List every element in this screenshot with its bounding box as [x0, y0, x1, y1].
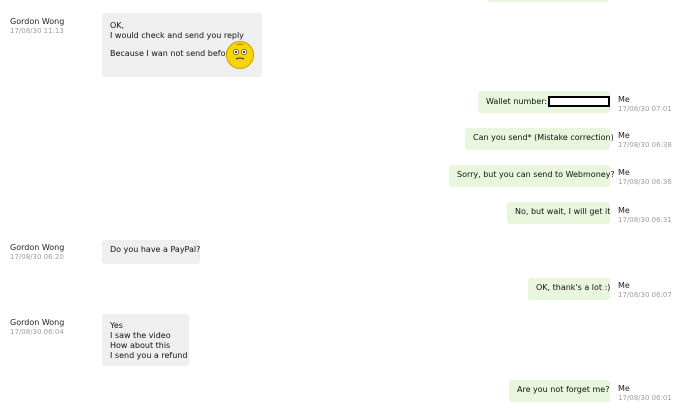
message-bubble-outgoing: Are you not forget me? [509, 380, 610, 402]
message-bubble-outgoing: Sorry, but you can send to Webmoney? [449, 165, 615, 187]
sender-name: Gordon Wong [10, 17, 65, 26]
message-text: OK, thank's a lot :) [536, 283, 611, 292]
message-text: Are you not forget me? [517, 385, 610, 394]
message-bubble-outgoing: OK, thank's a lot :) [528, 278, 610, 300]
message-time: 17/08/30 06:01 [618, 394, 672, 402]
sender-name: Gordon Wong [10, 318, 65, 327]
message-text: Do you have a PayPal? [110, 245, 201, 254]
message-text: Can you send* (Mistake correction) [473, 133, 614, 142]
partial-message-bubble [487, 0, 609, 2]
message-time: 17/08/30 06:20 [10, 253, 64, 261]
message-time: 17/08/30 06:07 [618, 291, 672, 299]
smiley-emoji-icon [226, 41, 254, 69]
message-text: Sorry, but you can send to Webmoney? [457, 170, 615, 179]
message-text: Wallet number: [486, 97, 548, 106]
message-line: OK, [110, 21, 125, 30]
message-bubble-incoming: OK, I would check and send you reply Bec… [102, 13, 262, 77]
message-time: 17/08/30 06:04 [10, 328, 64, 336]
sender-name: Me [618, 95, 630, 104]
message-time: 17/08/30 06:38 [618, 141, 672, 149]
sender-name: Me [618, 206, 630, 215]
message-line: Yes [110, 321, 123, 330]
sender-name: Me [618, 131, 630, 140]
message-time: 17/08/30 07:01 [618, 105, 672, 113]
message-bubble-incoming: Yes I saw the video How about this I sen… [102, 314, 189, 366]
sender-name: Gordon Wong [10, 243, 65, 252]
message-bubble-outgoing: Can you send* (Mistake correction) [465, 128, 614, 150]
redacted-wallet-number [548, 96, 611, 107]
message-time: 17/08/30 06:36 [618, 178, 672, 186]
message-bubble-outgoing: Wallet number: [478, 91, 611, 113]
message-bubble-outgoing: No, but wait, I will get it [507, 202, 610, 224]
sender-name: Me [618, 384, 630, 393]
message-bubble-incoming: Do you have a PayPal? [102, 240, 200, 264]
message-time: 17/08/30 11:13 [10, 27, 64, 35]
sender-name: Me [618, 281, 630, 290]
message-line: I send you a refund [110, 351, 188, 360]
message-time: 17/08/30 06:31 [618, 216, 672, 224]
message-line: How about this [110, 341, 171, 350]
sender-name: Me [618, 168, 630, 177]
message-text: No, but wait, I will get it [515, 207, 611, 216]
message-line: I saw the video [110, 331, 171, 340]
